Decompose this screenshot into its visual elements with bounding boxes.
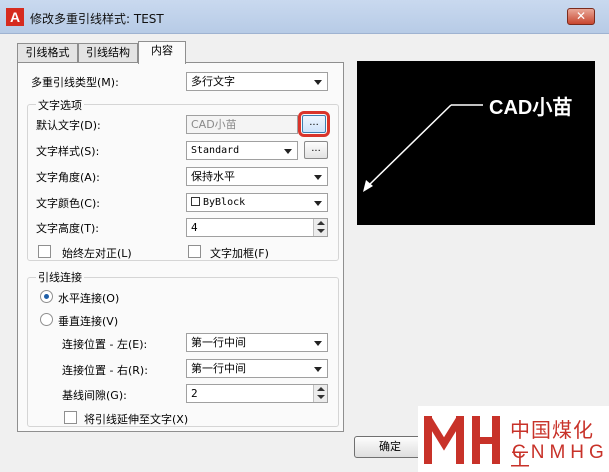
always-left-justify-label: 始终左对正(L) bbox=[62, 247, 132, 260]
attachment-left-value: 第一行中间 bbox=[191, 336, 246, 349]
spinner-icon[interactable] bbox=[313, 385, 327, 402]
text-color-select[interactable]: ByBlock bbox=[186, 193, 328, 212]
color-swatch-icon bbox=[191, 197, 200, 206]
autocad-app-icon: A bbox=[6, 8, 24, 26]
landing-gap-value: 2 bbox=[191, 387, 198, 400]
attachment-right-select[interactable]: 第一行中间 bbox=[186, 359, 328, 378]
mleader-type-label: 多重引线类型(M): bbox=[31, 76, 119, 89]
ok-button[interactable]: 确定 bbox=[354, 436, 426, 458]
text-options-title: 文字选项 bbox=[36, 97, 84, 113]
chevron-down-icon bbox=[314, 175, 322, 180]
text-height-field[interactable]: 4 bbox=[186, 218, 328, 237]
title-bar[interactable]: A 修改多重引线样式: TEST ✕ bbox=[0, 0, 609, 34]
extend-leader-checkbox[interactable] bbox=[64, 411, 77, 424]
chevron-down-icon bbox=[314, 367, 322, 372]
chevron-down-icon bbox=[314, 341, 322, 346]
tab-leader-structure[interactable]: 引线结构 bbox=[78, 43, 138, 63]
chevron-down-icon bbox=[314, 80, 322, 85]
watermark: 中国煤化工 CNMHG bbox=[418, 406, 609, 472]
text-color-label: 文字颜色(C): bbox=[36, 197, 100, 210]
window-title: 修改多重引线样式: TEST bbox=[30, 12, 164, 26]
mleader-type-value: 多行文字 bbox=[191, 75, 235, 88]
leader-preview-graphic bbox=[363, 104, 483, 192]
content-panel: 多重引线类型(M): 多行文字 文字选项 默认文字(D): CAD小苗 ... … bbox=[17, 62, 344, 432]
vertical-attachment-radio[interactable] bbox=[40, 313, 53, 326]
attachment-right-value: 第一行中间 bbox=[191, 362, 246, 375]
chevron-down-icon bbox=[284, 149, 292, 154]
landing-gap-label: 基线间隙(G): bbox=[62, 389, 127, 402]
extend-leader-label: 将引线延伸至文字(X) bbox=[84, 413, 189, 426]
vertical-attachment-label: 垂直连接(V) bbox=[58, 315, 119, 328]
horizontal-attachment-label: 水平连接(O) bbox=[58, 292, 120, 305]
mleader-type-select[interactable]: 多行文字 bbox=[186, 72, 328, 91]
tab-leader-format[interactable]: 引线格式 bbox=[17, 43, 78, 63]
dialog-window: A 修改多重引线样式: TEST ✕ 引线格式 引线结构 内容 多重引线类型(M… bbox=[0, 0, 609, 472]
attachment-right-label: 连接位置 - 右(R): bbox=[62, 364, 148, 377]
frame-text-label: 文字加框(F) bbox=[210, 247, 269, 260]
leader-connection-title: 引线连接 bbox=[36, 269, 84, 285]
text-style-browse-button[interactable]: ... bbox=[304, 141, 328, 159]
default-text-field[interactable]: CAD小苗 bbox=[186, 115, 298, 134]
text-style-value: Standard bbox=[191, 145, 240, 156]
text-angle-label: 文字角度(A): bbox=[36, 171, 100, 184]
spinner-icon[interactable] bbox=[313, 219, 327, 236]
text-height-label: 文字高度(T): bbox=[36, 222, 100, 235]
attachment-left-select[interactable]: 第一行中间 bbox=[186, 333, 328, 352]
always-left-justify-checkbox[interactable] bbox=[38, 245, 51, 258]
frame-text-checkbox[interactable] bbox=[188, 245, 201, 258]
text-angle-value: 保持水平 bbox=[191, 170, 235, 183]
chevron-down-icon bbox=[314, 201, 322, 206]
text-color-value: ByBlock bbox=[203, 197, 246, 208]
text-style-select[interactable]: Standard bbox=[186, 141, 298, 160]
text-height-value: 4 bbox=[191, 221, 198, 234]
preview-pane: CAD小苗 bbox=[357, 61, 595, 225]
horizontal-attachment-radio[interactable] bbox=[40, 290, 53, 303]
text-style-label: 文字样式(S): bbox=[36, 145, 100, 158]
default-text-label: 默认文字(D): bbox=[36, 119, 101, 132]
attachment-left-label: 连接位置 - 左(E): bbox=[62, 338, 148, 351]
text-angle-select[interactable]: 保持水平 bbox=[186, 167, 328, 186]
tab-content[interactable]: 内容 bbox=[138, 41, 186, 64]
landing-gap-field[interactable]: 2 bbox=[186, 384, 328, 403]
close-button[interactable]: ✕ bbox=[567, 8, 595, 25]
watermark-english-text: CNMHG bbox=[512, 442, 609, 463]
default-text-browse-button[interactable]: ... bbox=[298, 111, 330, 137]
watermark-logo-icon bbox=[424, 416, 500, 464]
preview-text: CAD小苗 bbox=[489, 97, 573, 119]
